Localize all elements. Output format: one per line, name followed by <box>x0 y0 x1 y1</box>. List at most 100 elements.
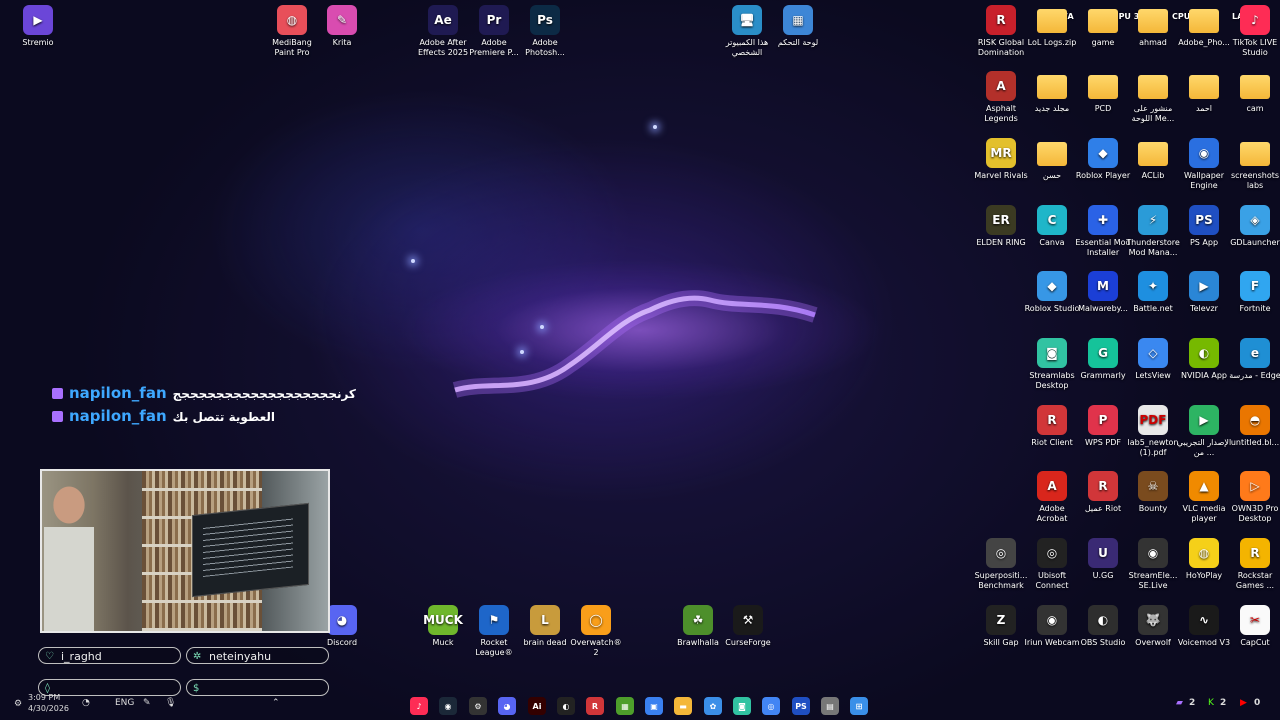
desktop-icon[interactable]: ⚡ Thunderstore Mod Mana... <box>1124 205 1182 258</box>
desktop-icon-label: Wallpaper Engine <box>1183 171 1224 190</box>
desktop-icon[interactable]: ▶ Televzr <box>1175 271 1233 314</box>
desktop-icon-label: lab5_newton (1).pdf <box>1127 438 1179 457</box>
desktop-icon[interactable]: ◙ Streamlabs Desktop <box>1023 338 1081 391</box>
desktop-icon[interactable]: PDF lab5_newton (1).pdf <box>1124 405 1182 458</box>
kick-icon[interactable]: K <box>1208 698 1214 708</box>
desktop-icon[interactable]: ACLib <box>1124 138 1182 181</box>
desktop-icon[interactable]: Ps Adobe Photosh... <box>516 5 574 58</box>
notification-icon[interactable]: ▰ <box>1176 698 1183 708</box>
app-icon: ◎ <box>986 538 1016 568</box>
desktop-icon[interactable]: R Rockstar Games ... <box>1226 538 1280 591</box>
taskbar-discord-icon[interactable]: ◕ <box>498 697 516 715</box>
app-icon: ◐ <box>1088 605 1118 635</box>
desktop-icon-label: RISK Global Domination <box>977 38 1025 57</box>
desktop-icon[interactable]: ✎ Krita <box>313 5 371 48</box>
desktop-icon[interactable]: ◆ Roblox Studio <box>1023 271 1081 314</box>
app-icon: ▲ <box>1189 471 1219 501</box>
desktop-icon[interactable]: PS PS App <box>1175 205 1233 248</box>
desktop-icon[interactable]: ♪ TikTok LIVE Studio <box>1226 5 1280 58</box>
language-indicator[interactable]: ENG <box>115 698 134 708</box>
desktop-icon[interactable]: احمد <box>1175 71 1233 114</box>
app-icon: ☘ <box>683 605 713 635</box>
desktop-icon[interactable]: screenshots labs <box>1226 138 1280 191</box>
desktop-icon[interactable]: ✂ CapCut <box>1226 605 1280 648</box>
taskbar-copilot-icon[interactable]: ✿ <box>704 697 722 715</box>
taskbar-store-icon[interactable]: ▣ <box>645 697 663 715</box>
clock-date[interactable]: 4/30/2026 <box>28 704 69 713</box>
desktop-icon[interactable]: ✦ Battle.net <box>1124 271 1182 314</box>
taskbar-chrome-icon[interactable]: ◎ <box>762 697 780 715</box>
desktop-icon[interactable]: R RISK Global Domination <box>972 5 1030 58</box>
desktop-icon[interactable]: ▶ الإصدار التجريبي من ... <box>1175 405 1233 458</box>
desktop-icon[interactable]: Z Skill Gap <box>972 605 1030 648</box>
desktop-icon[interactable]: ◇ LetsView <box>1124 338 1182 381</box>
desktop-icon[interactable]: F Fortnite <box>1226 271 1280 314</box>
desktop-icon[interactable]: A Asphalt Legends <box>972 71 1030 124</box>
wifi-icon[interactable]: ◔ <box>82 698 90 708</box>
taskbar-start-icon[interactable]: ⊞ <box>850 697 868 715</box>
mic-icon[interactable]: 🎙 <box>165 698 176 708</box>
desktop-icon[interactable]: Ae Adobe After Effects 2025 <box>414 5 472 58</box>
desktop-icon[interactable]: مجلد جديد <box>1023 71 1081 114</box>
desktop-icon[interactable]: ▦ لوحة التحكم <box>769 5 827 48</box>
taskbar-files-icon[interactable]: ▤ <box>821 697 839 715</box>
taskbar-riot-icon[interactable]: R <box>586 697 604 715</box>
desktop-icon[interactable]: ◉ Iriun Webcam <box>1023 605 1081 648</box>
desktop-icon[interactable]: ◎ Superpositi... Benchmark <box>972 538 1030 591</box>
app-icon: ▶ <box>23 5 53 35</box>
gear-icon[interactable]: ⚙ <box>14 699 22 709</box>
taskbar-steam-icon[interactable]: ◉ <box>439 697 457 715</box>
desktop-icon[interactable]: C Canva <box>1023 205 1081 248</box>
desktop-icon[interactable]: 🖥 هذا الكمبيوتر الشخصي <box>718 5 776 58</box>
desktop-icon[interactable]: ▲ VLC media player <box>1175 471 1233 524</box>
taskbar-minecraft-icon[interactable]: ▦ <box>616 697 634 715</box>
desktop-icon[interactable]: Lbrain dead <box>516 605 574 648</box>
clock-time[interactable]: 3:09 PM <box>28 693 60 702</box>
desktop-icon[interactable]: ☠ Bounty <box>1124 471 1182 514</box>
desktop-icon[interactable]: MUCK Muck <box>414 605 472 648</box>
star <box>540 325 544 329</box>
desktop-icon[interactable]: ⚒ CurseForge <box>719 605 777 648</box>
desktop-icon[interactable]: ▶ Stremio <box>9 5 67 48</box>
desktop-icon[interactable]: LoL Logs.zip <box>1023 5 1081 48</box>
youtube-icon[interactable]: ▶ <box>1240 698 1247 708</box>
desktop-icon[interactable]: ∿ Voicemod V3 <box>1175 605 1233 648</box>
desktop-icon[interactable]: ⚑ Rocket League® <box>465 605 523 658</box>
desktop-icon[interactable]: Pr Adobe Premiere P... <box>465 5 523 58</box>
desktop-icon[interactable]: e مدرسة - Edge <box>1226 338 1280 381</box>
desktop-icon[interactable]: ◉ Wallpaper Engine <box>1175 138 1233 191</box>
chat-text: العطوية تتصل بك <box>172 410 276 424</box>
taskbar-settings-icon[interactable]: ⚙ <box>469 697 487 715</box>
desktop-icon[interactable]: A Adobe Acrobat <box>1023 471 1081 524</box>
nebula-streak <box>452 290 818 398</box>
pen-icon[interactable]: ✎ <box>143 698 151 708</box>
desktop-icon[interactable]: ◈ GDLauncher <box>1226 205 1280 248</box>
desktop-icon[interactable]: ◐ NVIDIA App <box>1175 338 1233 381</box>
desktop-icon[interactable]: ◍ HoYoPlay <box>1175 538 1233 581</box>
desktop-icon-label: VLC media player <box>1182 504 1226 523</box>
desktop-icon[interactable]: 🐺 Overwolf <box>1124 605 1182 648</box>
taskbar-illustrator-icon[interactable]: Ai <box>528 697 546 715</box>
taskbar-streamlabs-icon[interactable]: ◙ <box>733 697 751 715</box>
taskbar-playstation-icon[interactable]: PS <box>792 697 810 715</box>
desktop-icon[interactable]: ◯ Overwatch® 2 <box>567 605 625 658</box>
desktop-icon[interactable]: ◎ Ubisoft Connect <box>1023 538 1081 591</box>
chevron-up-icon[interactable]: ⌃ <box>272 698 280 708</box>
desktop-icon[interactable]: ▷ OWN3D Pro Desktop <box>1226 471 1280 524</box>
twitch-badge-icon <box>52 388 63 399</box>
taskbar-tiktok-icon[interactable]: ♪ <box>410 697 428 715</box>
desktop-icon[interactable]: منشور على اللوحة Me... <box>1124 71 1182 124</box>
app-icon: ♪ <box>1240 5 1270 35</box>
taskbar-obs-icon[interactable]: ◐ <box>557 697 575 715</box>
desktop-icon[interactable]: ahmad <box>1124 5 1182 48</box>
taskbar-explorer-icon[interactable]: ▬ <box>674 697 692 715</box>
desktop-icon[interactable]: ER ELDEN RING <box>972 205 1030 248</box>
desktop-icon[interactable]: ◉ StreamEle... SE.Live <box>1124 538 1182 591</box>
desktop-icon[interactable]: Adobe_Pho... <box>1175 5 1233 48</box>
desktop-icon[interactable]: ◓ untitled.bl... <box>1226 405 1280 448</box>
folder-icon <box>1189 9 1219 33</box>
desktop-icon[interactable]: R Riot Client <box>1023 405 1081 448</box>
desktop-icon[interactable]: MR Marvel Rivals <box>972 138 1030 181</box>
desktop-icon[interactable]: cam <box>1226 71 1280 114</box>
desktop-icon[interactable]: حسن <box>1023 138 1081 181</box>
